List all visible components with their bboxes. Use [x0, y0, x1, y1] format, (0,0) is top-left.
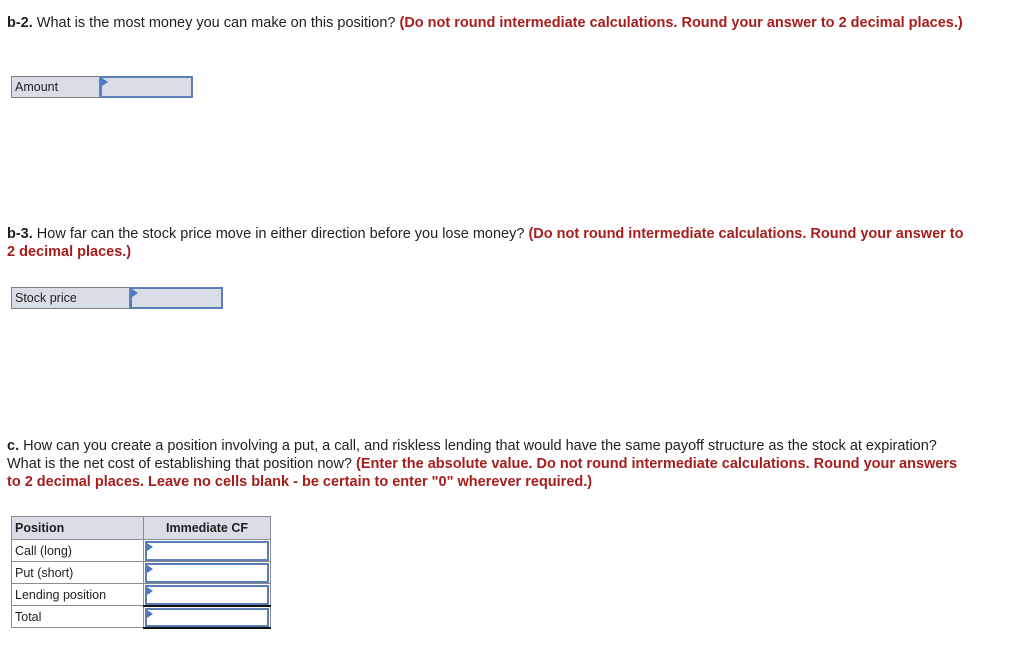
amount-input-cell[interactable]: [100, 76, 193, 98]
input-flag-icon: [147, 609, 153, 618]
put-short-input-cell[interactable]: [143, 561, 271, 584]
amount-field-row: Amount: [11, 76, 193, 98]
question-c: c. How can you create a position involvi…: [7, 437, 967, 491]
lending-position-input-cell[interactable]: [143, 583, 271, 607]
question-b2-label: b-2.: [7, 15, 33, 31]
stock-price-input[interactable]: [131, 289, 221, 307]
input-flag-icon: [147, 543, 153, 551]
table-row-put-short: Put (short): [11, 561, 271, 584]
table-row-call-long: Call (long): [11, 539, 271, 562]
header-immediate-cf: Immediate CF: [143, 516, 271, 540]
call-long-input-cell[interactable]: [143, 539, 271, 562]
amount-label: Amount: [12, 77, 101, 97]
total-input-cell[interactable]: [143, 605, 271, 629]
lending-position-input[interactable]: [147, 587, 267, 603]
question-b3-label: b-3.: [7, 226, 33, 242]
question-b3-text: How far can the stock price move in eith…: [32, 226, 529, 242]
total-input[interactable]: [147, 609, 267, 625]
stock-price-input-cell[interactable]: [129, 287, 223, 309]
row-label-lending-position: Lending position: [11, 583, 144, 606]
question-b3: b-3. How far can the stock price move in…: [7, 225, 967, 261]
input-flag-icon: [147, 565, 153, 573]
stock-price-field-row: Stock price: [11, 287, 223, 309]
call-long-input[interactable]: [147, 543, 267, 559]
input-flag-icon: [102, 78, 109, 86]
immediate-cf-table: Position Immediate CF Call (long) Put (s…: [11, 516, 271, 629]
question-b2: b-2. What is the most money you can make…: [7, 14, 967, 32]
input-flag-icon: [147, 587, 153, 595]
amount-input[interactable]: [102, 78, 191, 96]
row-label-call-long: Call (long): [11, 539, 144, 562]
header-position: Position: [11, 516, 144, 540]
question-b2-note: (Do not round intermediate calculations.…: [399, 15, 963, 31]
table-header-row: Position Immediate CF: [11, 516, 271, 540]
question-c-label: c.: [7, 438, 20, 454]
stock-price-label: Stock price: [12, 288, 130, 308]
row-label-put-short: Put (short): [11, 561, 144, 584]
table-row-lending-position: Lending position: [11, 583, 271, 607]
row-label-total: Total: [11, 605, 144, 628]
input-flag-icon: [131, 289, 138, 297]
table-row-total: Total: [11, 605, 271, 629]
put-short-input[interactable]: [147, 565, 267, 581]
question-b2-text: What is the most money you can make on t…: [32, 15, 400, 31]
